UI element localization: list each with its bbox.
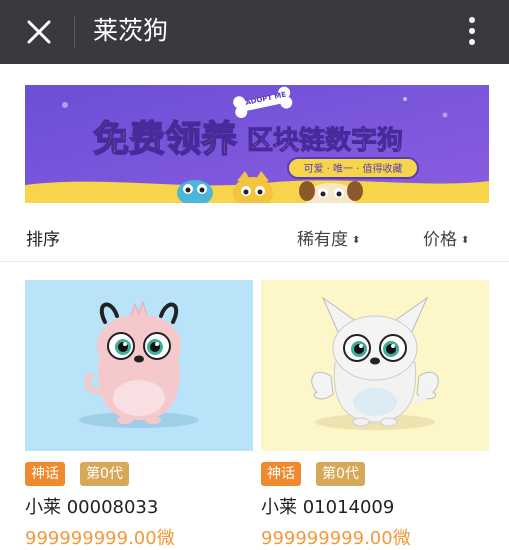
banner-headline: 免费领养	[93, 118, 237, 160]
sort-rarity-label: 稀有度	[297, 230, 348, 250]
banner-illustration: 免费领养 区块链数字狗 ADOPT ME 可爱 · 唯一 · 值得收藏	[25, 85, 489, 203]
nav-divider	[74, 15, 75, 49]
banner-slogan: 可爱 · 唯一 · 值得收藏	[303, 162, 402, 175]
close-icon[interactable]	[24, 17, 54, 47]
main-content: 免费领养 区块链数字狗 ADOPT ME 可爱 · 唯一 · 值得收藏 排序 稀…	[0, 64, 509, 550]
more-vertical-icon[interactable]	[462, 14, 482, 50]
dog-image	[261, 280, 489, 451]
mythic-badge: 神话	[261, 462, 301, 486]
dog-card[interactable]: 神话 第0代 小莱 00008033 999999999.00微	[25, 280, 253, 550]
sort-bar: 排序 稀有度 ⬍ 价格 ⬍	[0, 215, 509, 262]
sort-price-button[interactable]: 价格 ⬍	[423, 225, 469, 250]
promo-banner[interactable]: 免费领养 区块链数字狗 ADOPT ME 可爱 · 唯一 · 值得收藏	[25, 85, 489, 203]
navbar: 莱茨狗	[0, 0, 509, 64]
sort-rarity-button[interactable]: 稀有度 ⬍	[297, 225, 360, 250]
sort-price-label: 价格	[423, 230, 457, 250]
dog-price: 999999999.00微	[261, 528, 411, 549]
sort-caret-icon: ⬍	[352, 234, 361, 246]
dog-image	[25, 280, 253, 451]
dog-name: 小莱 00008033	[25, 497, 159, 518]
mythic-badge: 神话	[25, 462, 65, 486]
generation-badge: 第0代	[316, 462, 365, 486]
dog-price: 999999999.00微	[25, 528, 175, 549]
sort-label: 排序	[26, 230, 60, 250]
sort-caret-icon: ⬍	[461, 234, 470, 246]
dog-name: 小莱 01014009	[261, 497, 395, 518]
dog-card[interactable]: 神话 第0代 小莱 01014009 999999999.00微	[261, 280, 489, 550]
page-title: 莱茨狗	[93, 16, 169, 45]
banner-subheadline: 区块链数字狗	[247, 125, 403, 156]
generation-badge: 第0代	[80, 462, 129, 486]
